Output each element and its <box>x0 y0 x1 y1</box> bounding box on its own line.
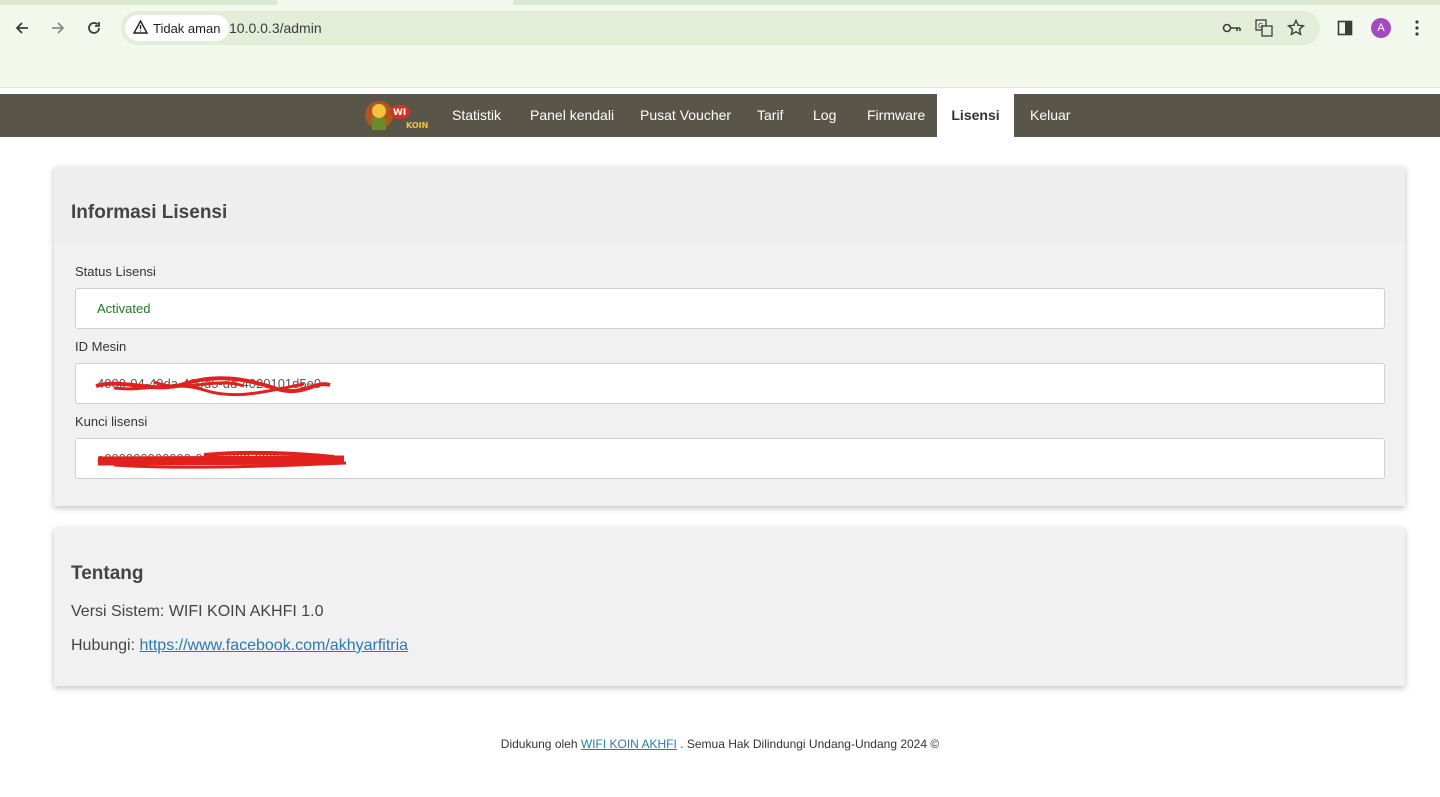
machine-id-redaction <box>95 376 331 397</box>
status-value: Activated <box>97 301 151 316</box>
machine-id-label: ID Mesin <box>75 339 127 354</box>
active-tab[interactable] <box>277 0 513 5</box>
nav-item-keluar[interactable]: Keluar <box>1014 94 1086 137</box>
translate-icon[interactable]: G <box>1253 17 1275 39</box>
tab-strip <box>0 0 1440 5</box>
key-icon[interactable] <box>1221 17 1243 39</box>
contact-line: Hubungi: https://www.facebook.com/akhyar… <box>71 637 408 655</box>
profile-avatar[interactable]: A <box>1367 14 1395 42</box>
license-key-redaction <box>97 450 347 469</box>
wifi-koin-logo[interactable]: WI KOIN <box>362 96 432 134</box>
forward-icon[interactable] <box>44 14 72 42</box>
site-navbar: WI KOIN Statistik Panel kendali Pusat Vo… <box>0 94 1440 137</box>
nav-item-panel-kendali[interactable]: Panel kendali <box>514 94 630 137</box>
nav-item-log[interactable]: Log <box>797 94 852 137</box>
avatar: A <box>1371 18 1391 38</box>
machine-id-field[interactable]: 4000-04-40da-400d5-dd-4020101d5e0 <box>75 363 1385 404</box>
footer: Didukung oleh WIFI KOIN AKHFI . Semua Ha… <box>0 737 1440 751</box>
version-line: Versi Sistem: WIFI KOIN AKHFI 1.0 <box>71 603 324 621</box>
address-bar[interactable]: Tidak aman 10.0.0.3/admin G <box>121 11 1320 45</box>
svg-text:WI: WI <box>393 108 406 118</box>
menu-icon[interactable] <box>1403 14 1431 42</box>
back-icon[interactable] <box>8 14 36 42</box>
contact-link[interactable]: https://www.facebook.com/akhyarfitria <box>140 637 409 654</box>
footer-prefix: Didukung oleh <box>500 737 581 751</box>
version-value: WIFI KOIN AKHFI 1.0 <box>168 603 324 620</box>
svg-text:G: G <box>1258 22 1263 30</box>
star-icon[interactable] <box>1285 17 1307 39</box>
reload-icon[interactable] <box>80 14 108 42</box>
license-title: Informasi Lisensi <box>71 202 228 223</box>
about-card: Tentang Versi Sistem: WIFI KOIN AKHFI 1.… <box>54 528 1405 686</box>
contact-prefix: Hubungi: <box>71 637 140 654</box>
about-title: Tentang <box>71 563 144 584</box>
status-label: Status Lisensi <box>75 264 156 279</box>
browser-chrome: Tidak aman 10.0.0.3/admin G A <box>0 0 1440 88</box>
url-text[interactable]: 10.0.0.3/admin <box>229 20 322 36</box>
license-card-header <box>54 167 1405 243</box>
license-card: Informasi Lisensi Status Lisensi Activat… <box>54 167 1405 506</box>
browser-toolbar: Tidak aman 10.0.0.3/admin G A <box>0 8 1440 48</box>
security-label: Tidak aman <box>153 20 221 36</box>
license-key-label: Kunci lisensi <box>75 414 148 429</box>
nav-item-statistik[interactable]: Statistik <box>436 94 517 137</box>
side-panel-icon[interactable] <box>1331 14 1359 42</box>
license-key-field[interactable]: a000000000000-000-0000-000000000 <box>75 438 1385 479</box>
version-prefix: Versi Sistem: <box>71 603 169 620</box>
nav-item-tarif[interactable]: Tarif <box>741 94 799 137</box>
security-chip[interactable]: Tidak aman <box>125 15 230 41</box>
svg-text:KOIN: KOIN <box>406 121 428 130</box>
nav-item-pusat-voucher[interactable]: Pusat Voucher <box>624 94 747 137</box>
footer-suffix: . Semua Hak Dilindungi Undang-Undang 202… <box>676 737 940 751</box>
warning-icon <box>132 19 149 37</box>
status-field[interactable]: Activated <box>75 288 1385 329</box>
nav-item-firmware[interactable]: Firmware <box>851 94 941 137</box>
footer-link[interactable]: WIFI KOIN AKHFI <box>581 737 677 751</box>
nav-item-lisensi[interactable]: Lisensi <box>937 94 1014 137</box>
